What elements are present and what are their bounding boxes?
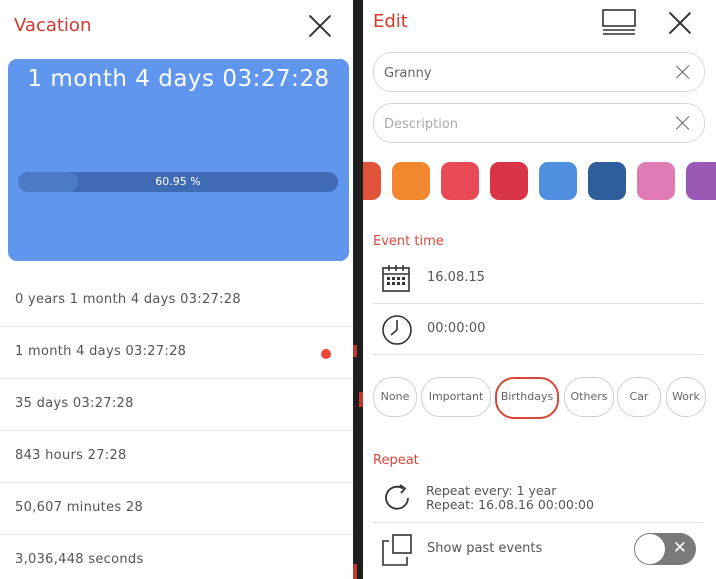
name-input[interactable] bbox=[382, 53, 656, 93]
category-chip-car[interactable]: Car bbox=[617, 377, 661, 417]
calendar-icon bbox=[382, 265, 410, 292]
repeat-every-text: Repeat every: 1 year bbox=[426, 483, 557, 498]
duration-text: 3,036,448 seconds bbox=[15, 552, 144, 567]
duration-text: 843 hours 27:28 bbox=[15, 448, 127, 463]
duration-row[interactable]: 1 month 4 days 03:27:28 bbox=[0, 327, 353, 379]
close-icon[interactable] bbox=[307, 13, 333, 39]
category-chip-none[interactable]: None bbox=[373, 377, 417, 417]
repeat-row[interactable]: Repeat every: 1 year Repeat: 16.08.16 00… bbox=[373, 475, 703, 523]
event-detail-panel: Vacation 1 month 4 days 03:27:28 60.95 %… bbox=[0, 0, 353, 579]
color-swatch[interactable] bbox=[686, 162, 716, 200]
event-title: Vacation bbox=[14, 15, 92, 36]
color-swatch[interactable] bbox=[363, 162, 381, 200]
toggle-knob bbox=[635, 534, 665, 564]
accent-strip bbox=[353, 564, 357, 579]
edit-title: Edit bbox=[373, 11, 408, 32]
duration-row[interactable]: 0 years 1 month 4 days 03:27:28 bbox=[0, 275, 353, 327]
progress-label: 60.95 % bbox=[155, 175, 201, 188]
duration-text: 35 days 03:27:28 bbox=[15, 396, 134, 411]
show-past-toggle[interactable]: ✕ bbox=[634, 533, 696, 565]
color-swatch[interactable] bbox=[490, 162, 528, 200]
color-swatch[interactable] bbox=[637, 162, 675, 200]
copy-icon bbox=[382, 534, 412, 566]
category-chip-others[interactable]: Others bbox=[564, 377, 614, 417]
duration-text: 50,607 minutes 28 bbox=[15, 500, 144, 515]
edit-event-panel: Edit Event time 16.08.15 bbox=[363, 0, 716, 579]
duration-row[interactable]: 35 days 03:27:28 bbox=[0, 379, 353, 431]
accent-strip bbox=[359, 392, 363, 407]
category-chip-birthdays[interactable]: Birthdays bbox=[495, 377, 559, 419]
countdown-card: 1 month 4 days 03:27:28 60.95 % bbox=[8, 59, 349, 261]
color-swatch[interactable] bbox=[539, 162, 577, 200]
duration-row[interactable]: 843 hours 27:28 bbox=[0, 431, 353, 483]
time-value: 00:00:00 bbox=[427, 321, 486, 336]
layout-icon[interactable] bbox=[602, 9, 636, 35]
clear-name-icon[interactable] bbox=[676, 65, 690, 79]
duration-text: 0 years 1 month 4 days 03:27:28 bbox=[15, 292, 241, 307]
duration-row[interactable]: 50,607 minutes 28 bbox=[0, 483, 353, 535]
clock-icon bbox=[382, 315, 412, 345]
countdown-text: 1 month 4 days 03:27:28 bbox=[27, 66, 330, 92]
progress-bar: 60.95 % bbox=[18, 172, 338, 192]
date-value: 16.08.15 bbox=[427, 270, 485, 285]
description-input[interactable] bbox=[382, 104, 656, 144]
color-swatch[interactable] bbox=[588, 162, 626, 200]
repeat-icon bbox=[385, 484, 409, 510]
accent-strip bbox=[353, 345, 357, 357]
color-swatch[interactable] bbox=[441, 162, 479, 200]
duration-row[interactable]: 3,036,448 seconds bbox=[0, 535, 353, 579]
event-time-label: Event time bbox=[373, 234, 444, 249]
show-past-label: Show past events bbox=[427, 541, 543, 556]
duration-text: 1 month 4 days 03:27:28 bbox=[15, 344, 187, 359]
selected-indicator-dot bbox=[321, 349, 331, 359]
clear-description-icon[interactable] bbox=[676, 116, 690, 130]
repeat-label: Repeat bbox=[373, 453, 419, 468]
toggle-off-icon: ✕ bbox=[672, 538, 687, 558]
repeat-next-text: Repeat: 16.08.16 00:00:00 bbox=[426, 497, 594, 512]
description-field[interactable] bbox=[373, 103, 705, 144]
name-field[interactable] bbox=[373, 52, 705, 93]
close-icon[interactable] bbox=[667, 10, 693, 36]
color-swatch[interactable] bbox=[392, 162, 430, 200]
category-chip-important[interactable]: Important bbox=[421, 377, 491, 417]
category-chip-work[interactable]: Work bbox=[666, 377, 706, 417]
time-row[interactable]: 00:00:00 bbox=[373, 304, 703, 355]
date-row[interactable]: 16.08.15 bbox=[373, 253, 703, 304]
